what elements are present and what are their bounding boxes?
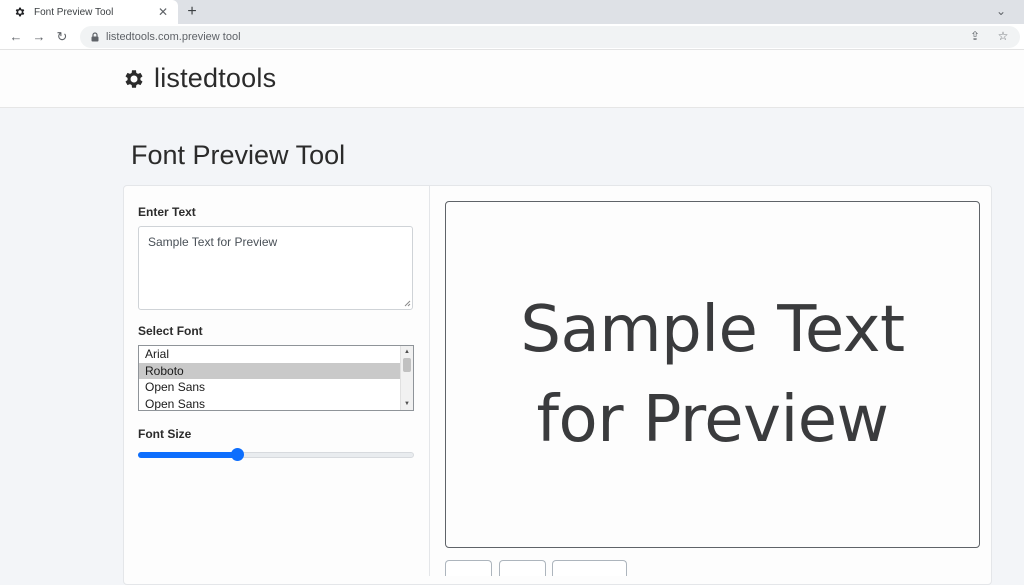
font-size-slider[interactable] [138, 448, 414, 462]
browser-toolbar: ← → ↻ listedtools.com .preview tool ⇪ ☆ [0, 24, 1024, 50]
enter-text-label: Enter Text [138, 205, 196, 219]
gear-icon [14, 6, 26, 18]
font-option[interactable]: Open Sans [139, 396, 413, 411]
back-arrow-icon[interactable]: ← [8, 29, 24, 45]
scroll-up-icon[interactable]: ▲ [401, 347, 413, 357]
font-option[interactable]: Open Sans [139, 379, 413, 396]
gear-icon [125, 69, 143, 88]
site-header: listedtools [0, 50, 1024, 108]
preview-text: Sample Text for Preview [520, 292, 905, 457]
close-icon[interactable]: ✕ [156, 5, 170, 19]
page-title: Font Preview Tool [131, 140, 346, 170]
brand-name: listedtools [154, 63, 277, 93]
font-option[interactable]: Roboto [139, 362, 413, 379]
share-icon[interactable]: ⇪ [968, 29, 982, 43]
action-button-2[interactable] [499, 560, 546, 576]
browser-tab[interactable]: Font Preview Tool ✕ [0, 0, 178, 24]
brand-logo[interactable]: listedtools [122, 63, 276, 94]
chevron-down-icon[interactable]: ⌄ [996, 4, 1006, 18]
slider-fill [138, 452, 237, 458]
browser-tabstrip: Font Preview Tool ✕ + ⌄ [0, 0, 1024, 24]
font-option[interactable]: Arial [139, 346, 413, 363]
slider-thumb[interactable] [231, 448, 244, 461]
forward-arrow-icon[interactable]: → [31, 29, 47, 45]
scrollbar-thumb[interactable] [403, 358, 411, 372]
panel-divider [429, 186, 430, 576]
address-bar[interactable]: listedtools.com .preview tool ⇪ ☆ [80, 26, 1020, 48]
reload-icon[interactable]: ↻ [54, 29, 70, 45]
url-host: listedtools.com [106, 31, 179, 43]
scroll-down-icon[interactable]: ▼ [401, 399, 413, 409]
text-input[interactable]: Sample Text for Preview [138, 226, 413, 310]
font-size-label: Font Size [138, 427, 192, 441]
star-icon[interactable]: ☆ [996, 29, 1010, 43]
listbox-scrollbar[interactable]: ▲ ▼ [400, 346, 413, 410]
action-button-1[interactable] [445, 560, 492, 576]
lock-icon [91, 32, 99, 42]
resize-grip-icon[interactable] [403, 299, 411, 307]
preview-box: Sample Text for Preview [445, 201, 980, 548]
tab-title: Font Preview Tool [34, 6, 114, 18]
url-path: .preview tool [178, 31, 241, 43]
font-listbox[interactable]: Arial Roboto Open Sans Open Sans ▲ ▼ [138, 345, 414, 411]
action-button-3[interactable] [552, 560, 627, 576]
select-font-label: Select Font [138, 324, 203, 338]
new-tab-icon[interactable]: + [184, 3, 200, 21]
